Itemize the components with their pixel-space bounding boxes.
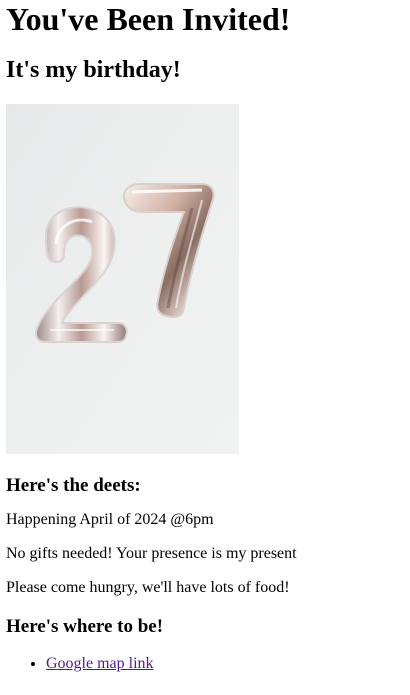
invitation-page: You've Been Invited! It's my birthday! H…	[0, 0, 410, 674]
photo-background	[6, 104, 239, 454]
event-date-text: Happening April of 2024 @6pm	[6, 511, 214, 528]
page-subtitle: It's my birthday!	[6, 57, 181, 83]
gifts-note-text: No gifts needed! Your presence is my pre…	[6, 545, 297, 562]
location-heading: Here's where to be!	[6, 616, 164, 637]
google-map-link[interactable]: Google map link	[46, 655, 154, 672]
birthday-balloons-image	[6, 104, 239, 454]
details-heading: Here's the deets:	[6, 475, 141, 496]
location-links-list: Google map link	[6, 654, 404, 674]
page-title: You've Been Invited!	[6, 1, 291, 37]
list-item: Google map link	[46, 654, 404, 674]
food-note-text: Please come hungry, we'll have lots of f…	[6, 579, 290, 596]
